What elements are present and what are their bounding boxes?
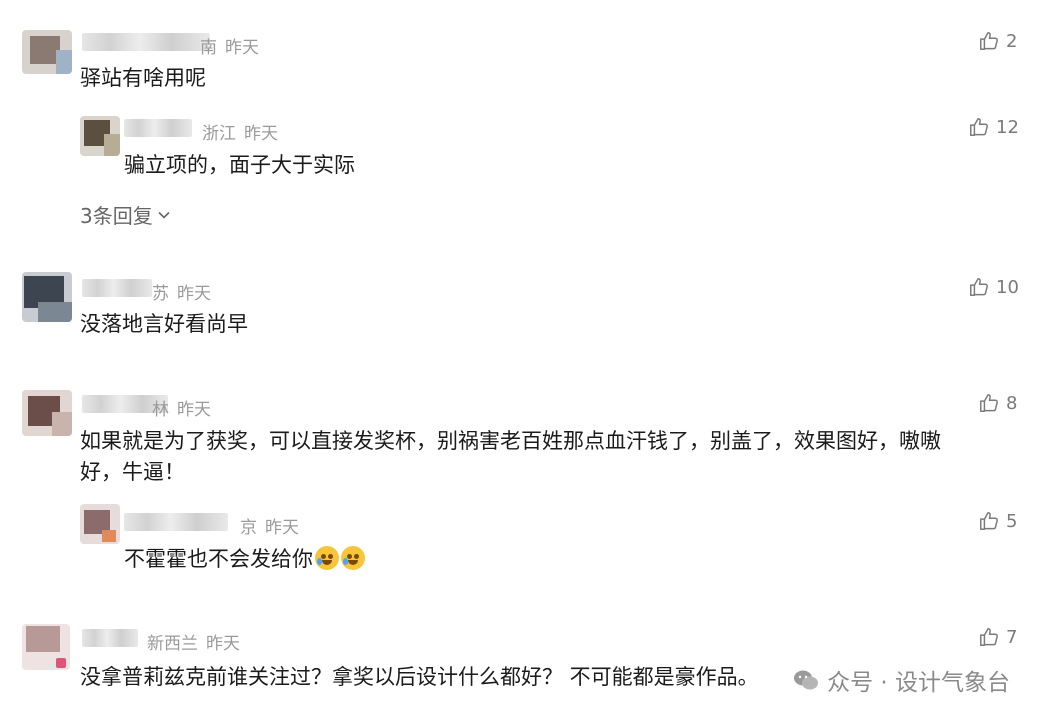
expand-replies-button[interactable]: 3条回复 xyxy=(80,200,171,229)
username-blurred[interactable] xyxy=(82,279,152,297)
reply-text: 不霍霍也不会发给你 xyxy=(124,547,313,571)
like-button[interactable]: 2 xyxy=(978,30,1017,52)
avatar[interactable] xyxy=(22,390,72,436)
like-button[interactable]: 8 xyxy=(978,392,1017,414)
avatar[interactable] xyxy=(80,116,120,156)
location: 京 xyxy=(240,518,257,538)
like-button[interactable]: 12 xyxy=(968,116,1019,138)
reply-text: 骗立项的，面子大于实际 xyxy=(124,153,355,177)
watermark: 众号 · 设计气象台 xyxy=(793,663,1010,697)
timestamp: 昨天 xyxy=(206,634,240,654)
comment-text: 没落地言好看尚早 xyxy=(80,312,248,336)
comment-text: 没拿普莉兹克前谁关注过？拿奖以后设计什么都好？ 不可能都是豪作品。 xyxy=(80,665,759,689)
comment-meta: 林昨天 xyxy=(152,395,211,420)
avatar[interactable] xyxy=(22,624,70,670)
timestamp: 昨天 xyxy=(177,400,211,420)
comment-text-line-1: 如果就是为了获奖，可以直接发奖杯，别祸害老百姓那点血汗钱了，别盖了，效果图好，嗷… xyxy=(80,429,941,453)
more-replies-label: 3条回复 xyxy=(80,204,153,228)
chevron-down-icon xyxy=(157,203,171,227)
wechat-logo-icon xyxy=(793,667,819,693)
username-blurred[interactable] xyxy=(124,513,228,531)
reply-text-row: 不霍霍也不会发给你 xyxy=(124,543,365,575)
crying-laughing-emoji xyxy=(341,546,365,570)
like-button[interactable]: 5 xyxy=(978,510,1017,532)
timestamp: 昨天 xyxy=(225,38,259,58)
thumbs-up-icon xyxy=(968,276,990,298)
timestamp: 昨天 xyxy=(177,284,211,304)
like-count: 10 xyxy=(996,276,1019,298)
location: 苏 xyxy=(152,284,169,304)
timestamp: 昨天 xyxy=(265,518,299,538)
reply-meta: 浙江 昨天 xyxy=(202,119,278,144)
comment-text-line-2: 好，牛逼！ xyxy=(80,460,185,484)
location: 南 xyxy=(200,38,217,58)
comment-text: 驿站有啥用呢 xyxy=(80,66,206,90)
username-blurred[interactable] xyxy=(82,629,138,647)
like-count: 7 xyxy=(1006,626,1018,648)
avatar[interactable] xyxy=(22,30,72,74)
comment-meta: 南昨天 xyxy=(200,33,259,58)
location: 浙江 xyxy=(202,124,236,144)
like-count: 8 xyxy=(1006,392,1018,414)
thumbs-up-icon xyxy=(978,30,1000,52)
thumbs-up-icon xyxy=(978,626,1000,648)
location: 林 xyxy=(152,400,169,420)
avatar[interactable] xyxy=(22,272,72,322)
thumbs-up-icon xyxy=(978,392,1000,414)
like-button[interactable]: 10 xyxy=(968,276,1019,298)
avatar[interactable] xyxy=(80,504,120,544)
username-blurred[interactable] xyxy=(124,119,192,137)
like-count: 12 xyxy=(996,116,1019,138)
crying-laughing-emoji xyxy=(315,546,339,570)
comment-meta: 新西兰 昨天 xyxy=(147,629,240,654)
thumbs-up-icon xyxy=(968,116,990,138)
like-button[interactable]: 7 xyxy=(978,626,1017,648)
comment-meta: 苏昨天 xyxy=(152,279,211,304)
timestamp: 昨天 xyxy=(244,124,278,144)
watermark-text: 众号 · 设计气象台 xyxy=(827,670,1010,696)
username-blurred[interactable] xyxy=(82,33,210,51)
location: 新西兰 xyxy=(147,634,198,654)
reply-meta: 京昨天 xyxy=(240,513,299,538)
like-count: 2 xyxy=(1006,30,1018,52)
thumbs-up-icon xyxy=(978,510,1000,532)
like-count: 5 xyxy=(1006,510,1018,532)
